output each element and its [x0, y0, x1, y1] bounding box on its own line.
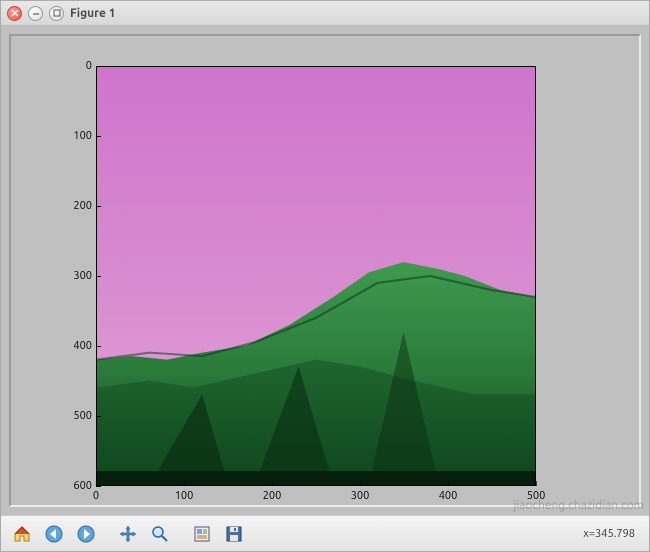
zoom-icon [150, 524, 170, 544]
x-tick: 0 [93, 490, 99, 502]
close-icon[interactable] [7, 6, 22, 21]
maximize-icon[interactable] [49, 6, 64, 21]
save-icon [224, 524, 244, 544]
pan-button[interactable] [113, 520, 143, 548]
x-tick: 300 [351, 490, 370, 502]
figure-canvas[interactable]: 0 100 200 300 400 500 600 0 100 200 300 … [9, 34, 641, 507]
x-tick: 100 [175, 490, 194, 502]
cursor-status: x=345.798 [583, 528, 635, 540]
displayed-image [97, 67, 535, 485]
y-tick: 100 [73, 130, 92, 142]
y-tick: 0 [86, 60, 92, 72]
subplots-icon [192, 524, 212, 544]
y-tick: 300 [73, 270, 92, 282]
figure-window: Figure 1 [0, 0, 650, 552]
zoom-button[interactable] [145, 520, 175, 548]
pan-icon [118, 524, 138, 544]
forward-button[interactable] [71, 520, 101, 548]
nav-toolbar: x=345.798 [1, 515, 649, 551]
forward-icon [76, 524, 96, 544]
minimize-icon[interactable] [28, 6, 43, 21]
save-button[interactable] [219, 520, 249, 548]
back-icon [44, 524, 64, 544]
x-tick: 400 [439, 490, 458, 502]
y-tick: 400 [73, 340, 92, 352]
image-plot[interactable] [96, 66, 536, 486]
titlebar[interactable]: Figure 1 [1, 1, 649, 26]
canvas-area: 0 100 200 300 400 500 600 0 100 200 300 … [1, 26, 649, 515]
y-tick: 600 [73, 480, 92, 492]
x-tick: 200 [263, 490, 282, 502]
x-tick: 500 [527, 490, 546, 502]
back-button[interactable] [39, 520, 69, 548]
axes: 0 100 200 300 400 500 600 0 100 200 300 … [96, 66, 536, 486]
home-button[interactable] [7, 520, 37, 548]
y-tick: 500 [73, 410, 92, 422]
subplots-button[interactable] [187, 520, 217, 548]
y-tick: 200 [73, 200, 92, 212]
window-title: Figure 1 [70, 7, 116, 20]
home-icon [12, 524, 32, 544]
